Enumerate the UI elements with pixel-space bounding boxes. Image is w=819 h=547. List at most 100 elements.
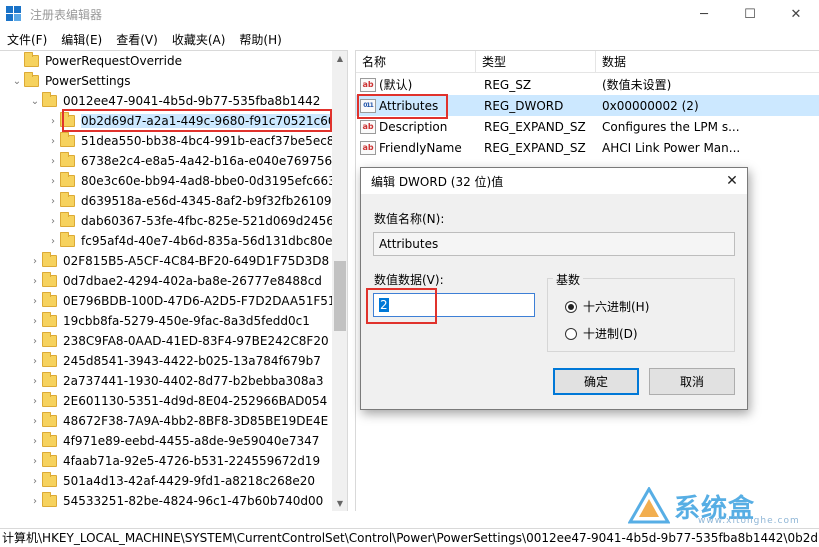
tree-item[interactable]: › 48672F38-7A9A-4bb2-8BF8-3D85BE19DE4E: [28, 411, 328, 431]
tree-highlight-box: [62, 109, 332, 132]
value-row[interactable]: ab Description REG_EXPAND_SZ Configures the…: [356, 116, 819, 137]
column-header-data[interactable]: 数据: [596, 51, 819, 73]
chevron-right-icon[interactable]: ›: [28, 376, 42, 387]
chevron-right-icon[interactable]: ›: [28, 416, 42, 427]
folder-icon: [42, 432, 57, 447]
cancel-button[interactable]: 取消: [649, 368, 735, 395]
chevron-right-icon[interactable]: ›: [46, 156, 60, 167]
tree-item[interactable]: › 80e3c60e-bb94-4ad8-bbe0-0d3195efc663: [46, 171, 336, 191]
chevron-right-icon[interactable]: ›: [28, 496, 42, 507]
tree-item-label: 48672F38-7A9A-4bb2-8BF8-3D85BE19DE4E: [63, 414, 329, 428]
tree-item[interactable]: › 0E796BDB-100D-47D6-A2D5-F7D2DAA51F51: [28, 291, 336, 311]
column-header-name[interactable]: 名称: [356, 50, 476, 73]
chevron-right-icon[interactable]: ›: [46, 236, 60, 247]
chevron-right-icon[interactable]: ›: [28, 296, 42, 307]
tree-item[interactable]: › d639518a-e56d-4345-8af2-b9f32fb26109: [46, 191, 332, 211]
chevron-down-icon[interactable]: ⌄: [10, 76, 24, 87]
tree-item-label: 4f971e89-eebd-4455-a8de-9e59040e7347: [63, 434, 320, 448]
chevron-right-icon[interactable]: ›: [46, 136, 60, 147]
folder-icon: [42, 292, 57, 307]
attributes-highlight-box: [357, 94, 448, 119]
scroll-thumb[interactable]: [334, 261, 346, 331]
tree-item[interactable]: ⌄ 0012ee47-9041-4b5d-9b77-535fba8b1442: [28, 91, 320, 111]
chevron-right-icon[interactable]: ›: [28, 396, 42, 407]
tree-item[interactable]: ⌄ PowerSettings: [10, 71, 131, 91]
tree-item[interactable]: › 2E601130-5351-4d9d-8E04-252966BAD054: [28, 391, 327, 411]
folder-icon: [42, 332, 57, 347]
value-row[interactable]: ab FriendlyName REG_EXPAND_SZ AHCI Link Pow…: [356, 137, 819, 158]
chevron-right-icon[interactable]: ›: [28, 256, 42, 267]
chevron-right-icon[interactable]: ›: [28, 356, 42, 367]
chevron-right-icon[interactable]: ›: [46, 116, 60, 127]
value-row[interactable]: ab (默认) REG_SZ (数值未设置): [356, 74, 819, 95]
value-name: FriendlyName: [379, 140, 462, 155]
menu-favorites[interactable]: 收藏夹(A): [165, 31, 233, 48]
chevron-right-icon[interactable]: ›: [28, 336, 42, 347]
watermark-url: www.xitonghe.com: [698, 516, 800, 526]
tree-item[interactable]: › 19cbb8fa-5279-450e-9fac-8a3d5fedd0c1: [28, 311, 310, 331]
chevron-right-icon[interactable]: ›: [46, 196, 60, 207]
tree-item[interactable]: › 54533251-82be-4824-96c1-47b60b740d00: [28, 491, 323, 511]
chevron-right-icon[interactable]: ›: [28, 276, 42, 287]
tree-item-label: fc95af4d-40e7-4b6d-835a-56d131dbc80e: [81, 234, 333, 248]
value-type: REG_EXPAND_SZ: [484, 140, 586, 155]
minimize-button[interactable]: ─: [681, 0, 727, 28]
radio-decimal[interactable]: 十进制(D): [565, 325, 638, 342]
menu-edit[interactable]: 编辑(E): [54, 31, 109, 48]
dialog-close-icon[interactable]: ✕: [717, 168, 747, 194]
site-watermark: 系统盒 www.xitonghe.com: [628, 486, 800, 526]
value-data: 0x00000002 (2): [602, 98, 699, 113]
tree-item[interactable]: › 4faab71a-92e5-4726-b531-224559672d19: [28, 451, 320, 471]
chevron-down-icon[interactable]: ⌄: [28, 96, 42, 107]
folder-icon: [60, 232, 75, 247]
tree-item[interactable]: › 4f971e89-eebd-4455-a8de-9e59040e7347: [28, 431, 319, 451]
column-header-type[interactable]: 类型: [476, 50, 596, 73]
tree-item[interactable]: › 6738e2c4-e8a5-4a42-b16a-e040e769756e: [46, 151, 339, 171]
value-type: REG_SZ: [484, 77, 532, 92]
radio-hexadecimal[interactable]: 十六进制(H): [565, 298, 649, 315]
tree-item-label: 51dea550-bb38-4bc4-991b-eacf37be5ec8: [81, 134, 335, 148]
tree-item[interactable]: › 0d7dbae2-4294-402a-ba8e-26777e8488cd: [28, 271, 322, 291]
tree-item[interactable]: › 51dea550-bb38-4bc4-991b-eacf37be5ec8: [46, 131, 334, 151]
maximize-button[interactable]: ☐: [727, 0, 773, 28]
chevron-right-icon[interactable]: ›: [28, 316, 42, 327]
chevron-right-icon[interactable]: ›: [28, 436, 42, 447]
tree-item[interactable]: › 238C9FA8-0AAD-41ED-83F4-97BE242C8F20: [28, 331, 329, 351]
folder-icon: [24, 52, 39, 67]
menu-view[interactable]: 查看(V): [109, 31, 165, 48]
tree-item[interactable]: › 245d8541-3943-4422-b025-13a784f679b7: [28, 351, 321, 371]
folder-icon: [42, 472, 57, 487]
chevron-right-icon[interactable]: ›: [46, 216, 60, 227]
folder-icon: [42, 92, 57, 107]
regedit-app-icon: [6, 6, 22, 22]
scroll-up-arrow-icon[interactable]: ▲: [332, 51, 347, 67]
chevron-right-icon[interactable]: ›: [28, 456, 42, 467]
radio-selected-icon: [565, 300, 577, 313]
tree-item[interactable]: › fc95af4d-40e7-4b6d-835a-56d131dbc80e: [46, 231, 333, 251]
folder-icon: [42, 272, 57, 287]
tree-scrollbar[interactable]: ▲ ▼: [332, 51, 347, 511]
tree-item[interactable]: PowerRequestOverride: [10, 51, 182, 71]
tree-item-label: 6738e2c4-e8a5-4a42-b16a-e040e769756e: [81, 154, 340, 168]
tree-item[interactable]: › 2a737441-1930-4402-8d77-b2bebba308a3: [28, 371, 323, 391]
tree-item-label: d639518a-e56d-4345-8af2-b9f32fb26109: [81, 194, 332, 208]
menu-file[interactable]: 文件(F): [0, 31, 54, 48]
close-button[interactable]: ✕: [773, 0, 819, 28]
folder-icon: [42, 392, 57, 407]
tree-item[interactable]: › dab60367-53fe-4fbc-825e-521d069d2456: [46, 211, 334, 231]
chevron-right-icon[interactable]: ›: [46, 176, 60, 187]
dialog-title-bar: 编辑 DWORD (32 位)值: [361, 168, 747, 194]
tree-item-label: 2E601130-5351-4d9d-8E04-252966BAD054: [63, 394, 328, 408]
value-data-label: 数值数据(V):: [374, 273, 444, 287]
tree-item[interactable]: › 501a4d13-42af-4429-9fd1-a8218c268e20: [28, 471, 315, 491]
watermark-logo-icon: [628, 487, 670, 524]
scroll-down-arrow-icon[interactable]: ▼: [332, 496, 347, 511]
tree-item[interactable]: › 02F815B5-A5CF-4C84-BF20-649D1F75D3D8: [28, 251, 329, 271]
ok-button[interactable]: 确定: [553, 368, 639, 395]
chevron-right-icon[interactable]: ›: [28, 476, 42, 487]
value-name-field: Attributes: [373, 232, 735, 256]
tree-item-label: PowerRequestOverride: [45, 54, 182, 68]
value-name-cell: ab FriendlyName: [356, 140, 476, 155]
tree-item-label: 501a4d13-42af-4429-9fd1-a8218c268e20: [63, 474, 315, 488]
menu-help[interactable]: 帮助(H): [232, 31, 288, 48]
